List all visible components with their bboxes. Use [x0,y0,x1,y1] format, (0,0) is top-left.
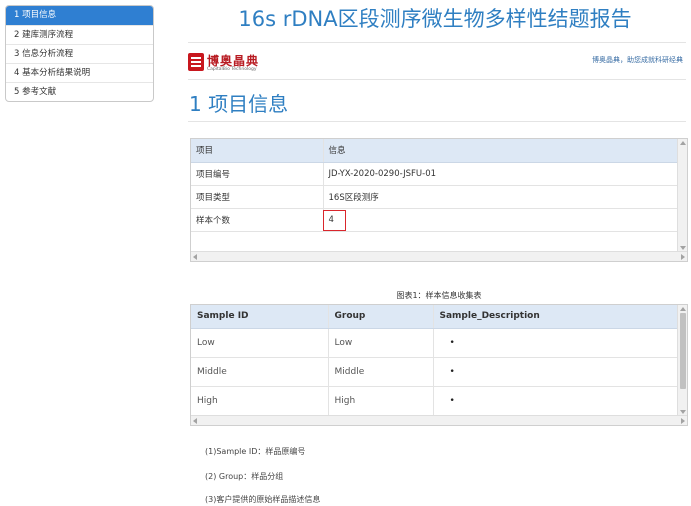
bullet-icon: • [449,395,455,406]
nav-item-project-info[interactable]: 1 项目信息 [6,6,153,25]
report-title: 16s rDNA区段测序微生物多样性结题报告 [238,7,632,31]
table-cell: High [327,386,433,416]
vertical-scrollbar[interactable] [677,305,687,416]
scroll-down-arrow-icon[interactable] [680,410,686,414]
section-title: 1 项目信息 [189,92,289,116]
table-cell: Middle [327,357,433,387]
sample-table-container: Sample ID Group Sample_Description Low L… [190,304,688,426]
table-cell: Low [327,328,433,358]
note-sample-id: (1)Sample ID：样品原编号 [205,447,306,456]
scroll-right-arrow-icon[interactable] [681,254,685,260]
table-row: Middle Middle • [191,357,678,387]
table-row: High High • [191,386,678,416]
table-cell: 样本个数 [191,208,323,232]
horizontal-scrollbar[interactable] [191,415,687,425]
table-cell: High [191,386,328,416]
table-cell: Middle [191,357,328,387]
project-info-table-container: 项目 信息 项目编号 JD-YX-2020-0290-JSFU-01 项目类型 … [190,138,688,262]
horizontal-scrollbar[interactable] [191,251,687,261]
header-divider [188,42,686,43]
column-header: 信息 [322,139,678,163]
nav-item-library-sequencing[interactable]: 2 建库测序流程 [6,25,153,44]
logo-icon [188,53,204,71]
nav-item-analysis-pipeline[interactable]: 3 信息分析流程 [6,44,153,63]
column-header: Sample ID [191,305,328,329]
bullet-icon: • [449,337,455,348]
table-header-row: 项目 信息 [191,139,678,163]
scroll-right-arrow-icon[interactable] [681,418,685,424]
table-cell: 项目类型 [191,185,323,209]
note-description: (3)客户提供的原始样品描述信息 [205,495,321,504]
table-cell: 16S区段测序 [322,185,678,209]
table-cell: • [432,386,678,416]
table-caption: 图表1：样本信息收集表 [396,291,482,300]
nav-item-basic-results[interactable]: 4 基本分析结果说明 [6,63,153,82]
section-divider [188,121,686,122]
sample-count-highlight-box [323,210,346,231]
scroll-up-arrow-icon[interactable] [680,141,686,145]
table-cell: • [432,328,678,358]
sample-info-table: Sample ID Group Sample_Description Low L… [191,305,678,416]
column-header: 项目 [191,139,323,163]
table-row: 项目编号 JD-YX-2020-0290-JSFU-01 [191,162,678,186]
project-info-table: 项目 信息 项目编号 JD-YX-2020-0290-JSFU-01 项目类型 … [191,139,678,232]
table-cell: Low [191,328,328,358]
table-cell: JD-YX-2020-0290-JSFU-01 [322,162,678,186]
bullet-icon: • [449,366,455,377]
nav-item-references[interactable]: 5 参考文献 [6,82,153,101]
sidebar-nav: 1 项目信息 2 建库测序流程 3 信息分析流程 4 基本分析结果说明 5 参考… [5,5,154,102]
logo-divider [188,79,686,80]
table-cell: 项目编号 [191,162,323,186]
table-cell: 4 [322,208,678,232]
column-header: Group [327,305,433,329]
company-slogan: 博奥晶典，助您成就科研经典 [592,56,683,64]
scrollbar-thumb[interactable] [680,313,686,389]
logo-english-name: CapitalBio Technology [207,67,257,72]
table-row: 项目类型 16S区段测序 [191,185,678,209]
table-cell: • [432,357,678,387]
scroll-down-arrow-icon[interactable] [680,246,686,250]
table-header-row: Sample ID Group Sample_Description [191,305,678,329]
scroll-up-arrow-icon[interactable] [680,307,686,311]
vertical-scrollbar[interactable] [677,139,687,252]
scroll-left-arrow-icon[interactable] [193,254,197,260]
table-row: 样本个数 4 [191,208,678,232]
note-group: (2) Group：样品分组 [205,472,284,481]
scroll-left-arrow-icon[interactable] [193,418,197,424]
table-row: Low Low • [191,328,678,358]
column-header: Sample_Description [432,305,678,329]
company-logo: 博奥晶典 CapitalBio Technology [188,52,258,74]
